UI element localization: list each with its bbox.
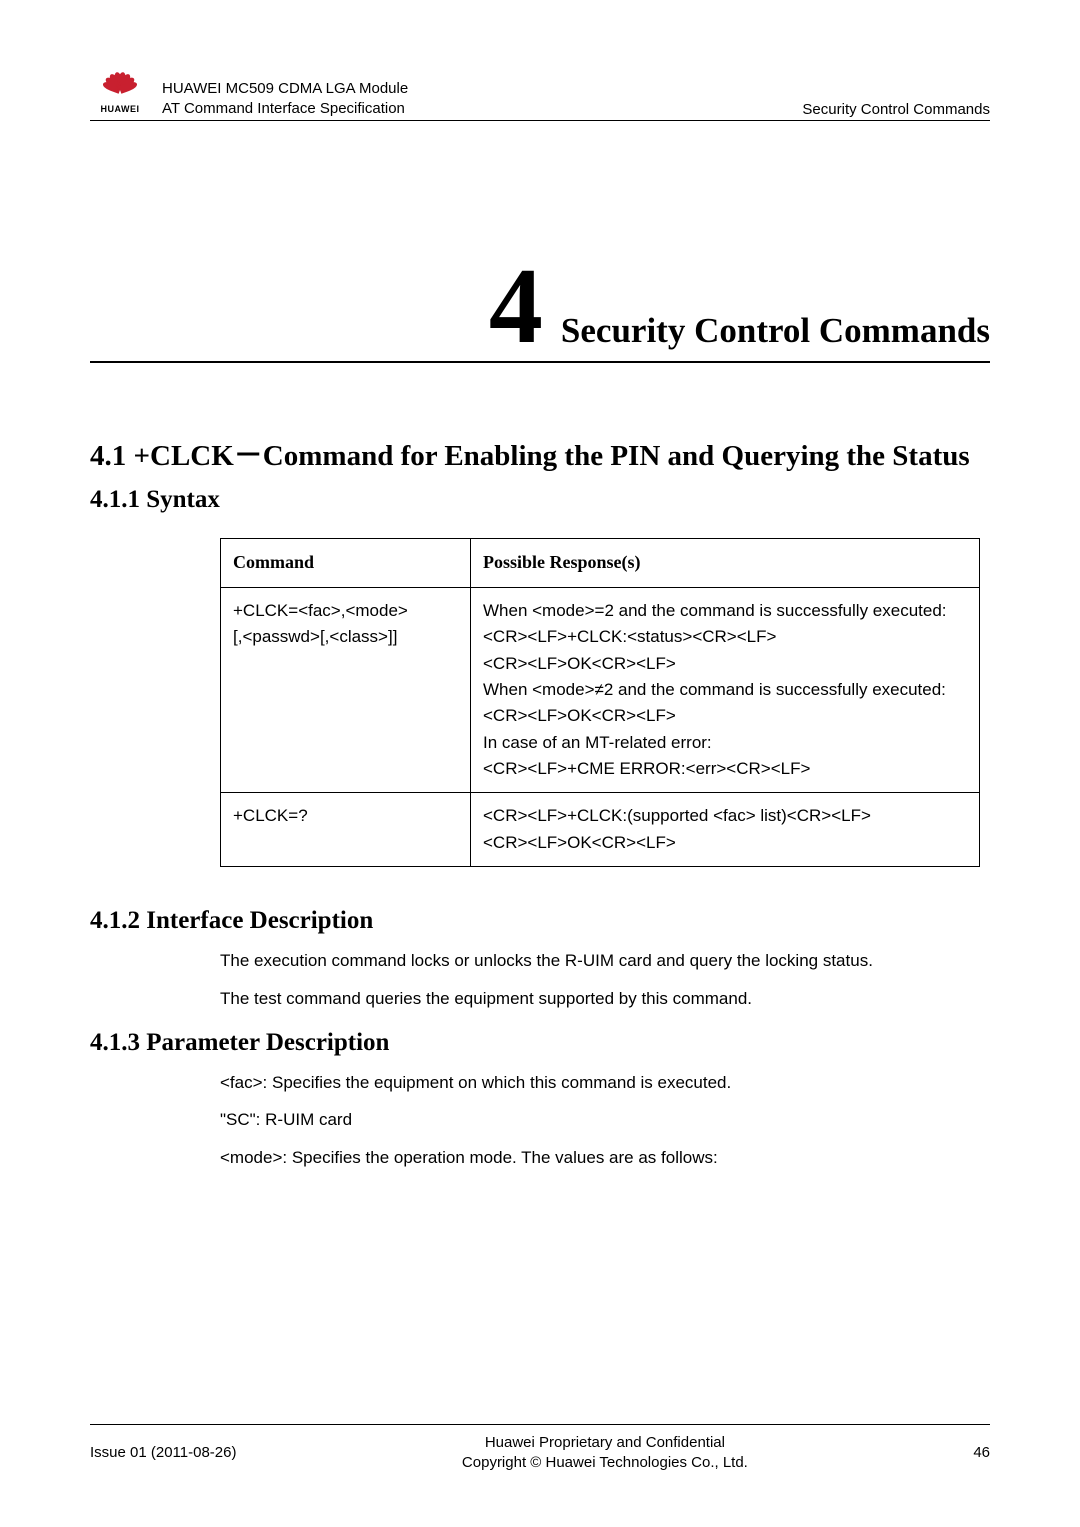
header-doc-title-line2: AT Command Interface Specification [162, 99, 408, 119]
resp-line: <CR><LF>+CLCK:(supported <fac> list)<CR>… [483, 803, 967, 829]
table-row: +CLCK=? <CR><LF>+CLCK:(supported <fac> l… [221, 793, 980, 867]
logo-petals-icon [96, 70, 144, 106]
para-4-1-2-1: The execution command locks or unlocks t… [220, 949, 990, 973]
cell-command-1: +CLCK=? [221, 793, 471, 867]
syntax-table: Command Possible Response(s) +CLCK=<fac>… [220, 538, 980, 867]
resp-line: <CR><LF>OK<CR><LF> [483, 703, 967, 729]
header-doc-title: HUAWEI MC509 CDMA LGA Module AT Command … [162, 79, 408, 118]
chapter-title: Security Control Commands [561, 311, 990, 351]
header-section-name: Security Control Commands [802, 101, 990, 118]
para-4-1-2-2: The test command queries the equipment s… [220, 987, 990, 1011]
para-4-1-3-3: <mode>: Specifies the operation mode. Th… [220, 1146, 990, 1170]
chapter-number: 4 [489, 261, 543, 353]
resp-line: When <mode>=2 and the command is success… [483, 598, 967, 624]
resp-line: When <mode>≠2 and the command is success… [483, 677, 967, 703]
section-4-1-2-heading: 4.1.2 Interface Description [90, 907, 990, 935]
huawei-logo: HUAWEI [90, 70, 150, 118]
cmd-line: +CLCK=<fac>,<mode> [,<passwd>[,<class>]] [233, 598, 458, 651]
para-4-1-3-1: <fac>: Specifies the equipment on which … [220, 1071, 990, 1095]
resp-line: In case of an MT-related error: [483, 730, 967, 756]
section-4-1-1-heading: 4.1.1 Syntax [90, 486, 990, 514]
resp-line: <CR><LF>OK<CR><LF> [483, 651, 967, 677]
footer-page-number: 46 [973, 1444, 990, 1461]
header-doc-title-line1: HUAWEI MC509 CDMA LGA Module [162, 79, 408, 99]
section-4-1-heading: 4.1 +CLCK－Command for Enabling the PIN a… [90, 438, 990, 474]
cell-response-1: <CR><LF>+CLCK:(supported <fac> list)<CR>… [471, 793, 980, 867]
footer-issue: Issue 01 (2011-08-26) [90, 1444, 236, 1461]
table-row: +CLCK=<fac>,<mode> [,<passwd>[,<class>]]… [221, 587, 980, 792]
footer-line1: Huawei Proprietary and Confidential [236, 1433, 973, 1453]
table-header-row: Command Possible Response(s) [221, 539, 980, 588]
cell-response-0: When <mode>=2 and the command is success… [471, 587, 980, 792]
footer-center: Huawei Proprietary and Confidential Copy… [236, 1433, 973, 1472]
section-4-1-3-heading: 4.1.3 Parameter Description [90, 1029, 990, 1057]
th-command: Command [221, 539, 471, 588]
resp-line: <CR><LF>+CME ERROR:<err><CR><LF> [483, 756, 967, 782]
resp-line: <CR><LF>+CLCK:<status><CR><LF> [483, 624, 967, 650]
resp-line: <CR><LF>OK<CR><LF> [483, 830, 967, 856]
th-response: Possible Response(s) [471, 539, 980, 588]
page-footer: Issue 01 (2011-08-26) Huawei Proprietary… [90, 1424, 990, 1472]
chapter-heading: 4 Security Control Commands [90, 261, 990, 363]
footer-line2: Copyright © Huawei Technologies Co., Ltd… [236, 1453, 973, 1473]
cell-command-0: +CLCK=<fac>,<mode> [,<passwd>[,<class>]] [221, 587, 471, 792]
page-header: HUAWEI HUAWEI MC509 CDMA LGA Module AT C… [90, 70, 990, 121]
para-4-1-3-2: "SC": R-UIM card [220, 1108, 990, 1132]
